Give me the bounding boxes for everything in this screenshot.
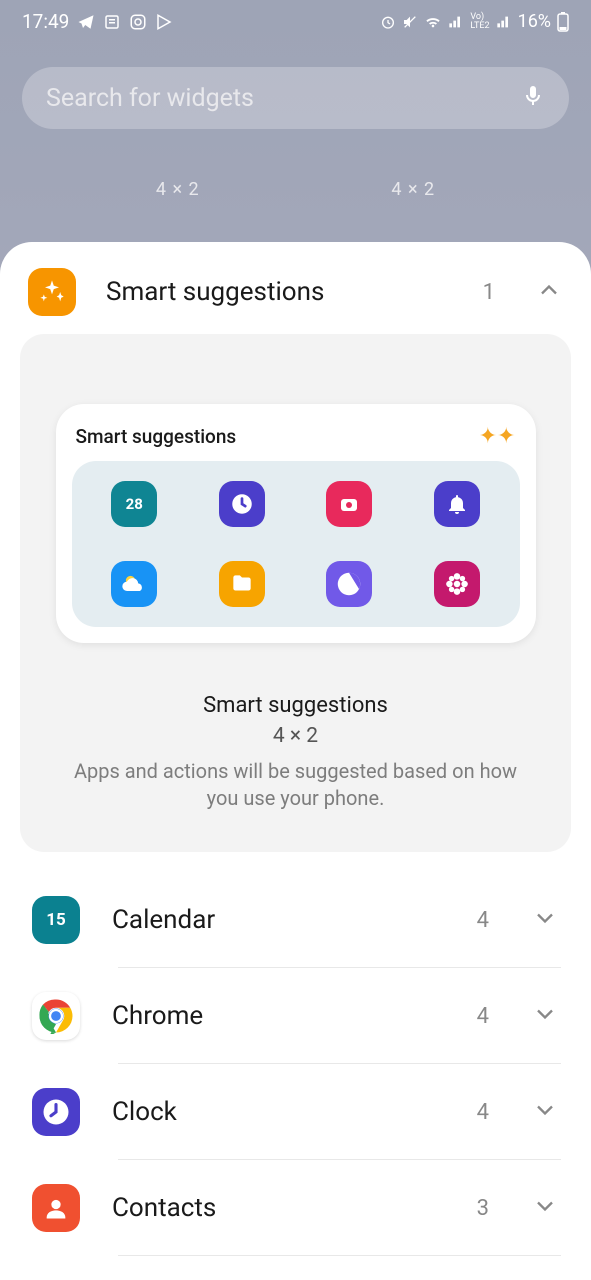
chrome-app-icon — [32, 992, 80, 1040]
chevron-down-icon — [531, 1192, 559, 1224]
search-input[interactable]: Search for widgets — [22, 67, 569, 129]
app-row-clock[interactable]: Clock 4 — [20, 1064, 571, 1160]
tab-4x2-left[interactable]: 4 × 2 — [156, 179, 200, 200]
app-count: 3 — [477, 1196, 489, 1221]
search-placeholder: Search for widgets — [46, 84, 254, 113]
sparkle-small-icon: ✦✦ — [479, 424, 516, 449]
calendar-app-icon: 15 — [32, 896, 80, 944]
sparkle-icon — [28, 268, 76, 316]
volte-icon: Vo)LTE2 — [470, 13, 489, 31]
mic-icon[interactable] — [521, 82, 545, 114]
weather-icon — [111, 561, 157, 607]
status-right: Vo)LTE2 16% — [380, 11, 569, 32]
status-left: 17:49 — [22, 10, 173, 33]
battery-text: 16% — [518, 11, 551, 32]
chevron-up-icon — [535, 276, 563, 308]
clock-app-icon — [32, 1088, 80, 1136]
widget-sheet: Smart suggestions 1 Smart suggestions ✦✦… — [0, 242, 591, 1280]
preview-desc: Apps and actions will be suggested based… — [50, 758, 541, 812]
news-icon — [103, 13, 121, 31]
chevron-down-icon — [531, 904, 559, 936]
app-name: Contacts — [112, 1193, 477, 1223]
app-row-calendar[interactable]: 15 Calendar 4 — [20, 872, 571, 968]
app-name: Calendar — [112, 905, 477, 935]
smart-suggestions-title: Smart suggestions — [106, 277, 483, 307]
app-count: 4 — [477, 908, 489, 933]
clock-icon — [219, 481, 265, 527]
preview-title: Smart suggestions — [50, 693, 541, 718]
contacts-app-icon — [32, 1184, 80, 1232]
chevron-down-icon — [531, 1096, 559, 1128]
mute-icon — [402, 14, 418, 30]
app-row-contacts[interactable]: Contacts 3 — [20, 1160, 571, 1256]
battery-icon — [557, 12, 569, 32]
play-icon — [155, 13, 173, 31]
chevron-down-icon — [531, 1000, 559, 1032]
widget-preview: Smart suggestions ✦✦ 28 — [56, 404, 536, 643]
folder-icon — [219, 561, 265, 607]
app-name: Chrome — [112, 1001, 477, 1031]
smart-suggestions-header[interactable]: Smart suggestions 1 — [20, 262, 571, 334]
tab-4x2-right[interactable]: 4 × 2 — [391, 179, 435, 200]
status-time: 17:49 — [22, 10, 69, 33]
size-tabs: 4 × 2 4 × 2 — [0, 179, 591, 200]
app-name: Clock — [112, 1097, 477, 1127]
signal2-icon — [496, 14, 512, 30]
status-bar: 17:49 Vo)LTE2 16% — [0, 0, 591, 37]
bell-icon — [434, 481, 480, 527]
widget-label: Smart suggestions — [76, 425, 237, 448]
flower-icon — [434, 561, 480, 607]
app-row-chrome[interactable]: Chrome 4 — [20, 968, 571, 1064]
browser-icon — [326, 561, 372, 607]
app-count: 4 — [477, 1004, 489, 1029]
smart-suggestions-count: 1 — [483, 280, 495, 305]
widget-app-list: 15 Calendar 4 Chrome 4 Clock 4 Contact — [20, 872, 571, 1256]
preview-size: 4 × 2 — [50, 724, 541, 748]
camera-icon — [326, 481, 372, 527]
signal-icon — [448, 14, 464, 30]
instagram-icon — [129, 13, 147, 31]
telegram-icon — [77, 13, 95, 31]
widget-preview-card[interactable]: Smart suggestions ✦✦ 28 Smart suggestion… — [20, 334, 571, 852]
app-count: 4 — [477, 1100, 489, 1125]
wifi-icon — [424, 14, 442, 30]
widget-grid: 28 — [72, 461, 520, 627]
alarm-icon — [380, 14, 396, 30]
calendar-icon: 28 — [111, 481, 157, 527]
